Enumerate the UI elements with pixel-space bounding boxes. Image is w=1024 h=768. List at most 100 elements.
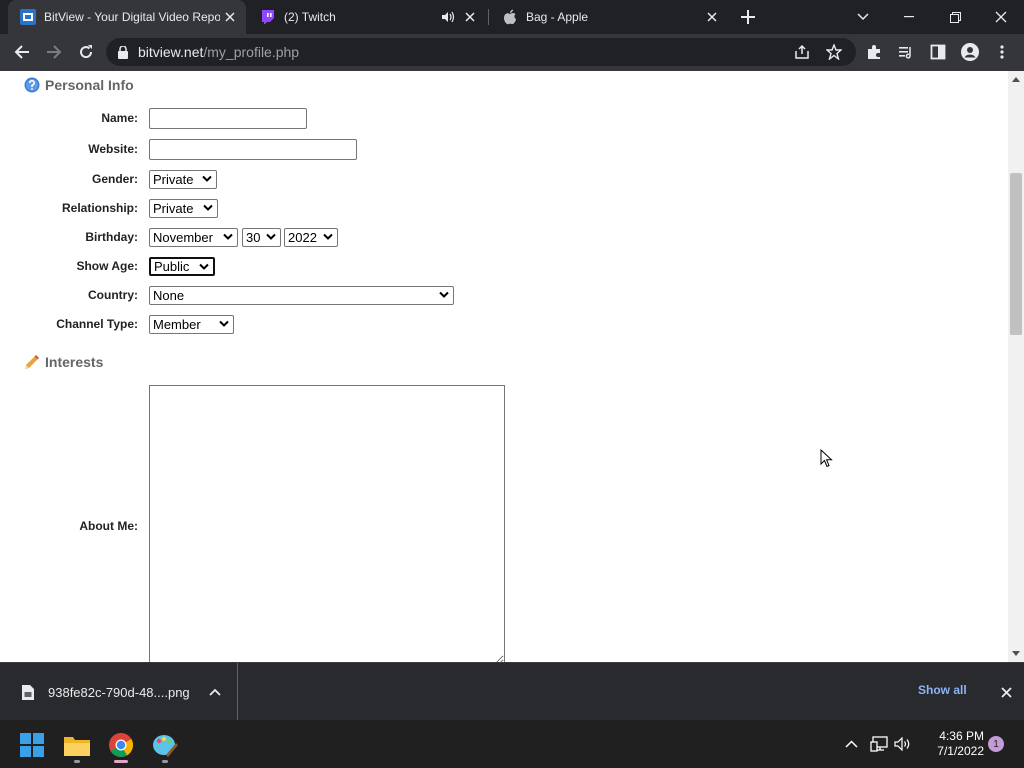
share-icon[interactable] bbox=[788, 38, 816, 66]
interests-heading: Interests bbox=[24, 354, 103, 370]
running-indicator bbox=[162, 760, 168, 763]
gender-select[interactable]: Private bbox=[149, 169, 217, 189]
url-text: bitview.net/my_profile.php bbox=[138, 44, 299, 60]
gender-label: Gender: bbox=[91, 172, 138, 186]
network-icon[interactable] bbox=[869, 734, 889, 754]
volume-icon[interactable] bbox=[893, 734, 913, 754]
show-age-select[interactable]: Public bbox=[149, 256, 215, 276]
relationship-select-value: Private bbox=[153, 200, 194, 216]
side-panel-icon[interactable] bbox=[924, 38, 952, 66]
windows-taskbar: 4:36 PM 7/1/2022 bbox=[0, 720, 1024, 768]
about-me-textarea[interactable] bbox=[149, 385, 505, 662]
download-file-name: 938fe82c-790d-48....png bbox=[48, 684, 190, 700]
lock-icon[interactable] bbox=[118, 45, 128, 59]
reload-button[interactable] bbox=[72, 38, 100, 66]
tab-divider bbox=[488, 9, 489, 25]
about-me-label: About Me: bbox=[79, 519, 138, 533]
media-control-icon[interactable] bbox=[892, 38, 920, 66]
scroll-up-arrow-icon[interactable] bbox=[1012, 75, 1020, 83]
browser-toolbar: bitview.net/my_profile.php bbox=[0, 34, 1024, 71]
clock-time: 4:36 PM bbox=[939, 729, 984, 743]
minimize-button[interactable] bbox=[886, 0, 932, 34]
taskbar-paint[interactable] bbox=[148, 728, 182, 763]
show-all-button[interactable]: Show all bbox=[918, 683, 967, 697]
chevron-down-icon bbox=[219, 320, 229, 327]
chevron-down-icon bbox=[323, 233, 333, 240]
taskbar-file-explorer[interactable] bbox=[60, 728, 94, 763]
chrome-menu-icon[interactable] bbox=[988, 38, 1016, 66]
chevron-down-icon bbox=[199, 263, 209, 270]
chevron-up-icon[interactable] bbox=[842, 734, 860, 754]
download-shelf: 938fe82c-790d-48....png Show all bbox=[0, 662, 1024, 721]
chrome-icon bbox=[109, 733, 133, 757]
start-button[interactable] bbox=[15, 728, 49, 762]
chevron-down-icon bbox=[439, 291, 449, 298]
birthday-day-select[interactable]: 30 bbox=[242, 227, 281, 247]
personal-info-heading: Personal Info bbox=[24, 77, 134, 93]
taskbar-chrome[interactable] bbox=[104, 728, 138, 763]
show-age-select-value: Public bbox=[154, 258, 190, 274]
channel-type-label: Channel Type: bbox=[56, 317, 138, 331]
back-button[interactable] bbox=[8, 38, 36, 66]
gender-select-value: Private bbox=[153, 171, 194, 187]
tab-title: BitView - Your Digital Video Repository bbox=[44, 10, 220, 24]
download-item[interactable]: 938fe82c-790d-48....png bbox=[0, 663, 238, 721]
name-label: Name: bbox=[101, 111, 138, 125]
tab-title: (2) Twitch bbox=[284, 10, 336, 24]
scroll-down-arrow-icon[interactable] bbox=[1012, 649, 1020, 657]
close-window-button[interactable] bbox=[978, 0, 1024, 34]
website-input[interactable] bbox=[149, 138, 357, 160]
tab-strip: BitView - Your Digital Video Repository … bbox=[0, 0, 1024, 34]
page-content: Personal Info Name: Website: Gender: Pri… bbox=[0, 71, 1008, 662]
relationship-select[interactable]: Private bbox=[149, 198, 218, 218]
mouse-pointer-icon bbox=[820, 449, 833, 468]
close-icon[interactable] bbox=[996, 683, 1016, 701]
file-icon bbox=[22, 684, 34, 700]
notification-badge[interactable]: 1 bbox=[988, 736, 1004, 752]
restore-button[interactable] bbox=[932, 0, 978, 34]
tab-search-icon[interactable] bbox=[840, 0, 886, 34]
birthday-year-select[interactable]: 2022 bbox=[284, 227, 338, 247]
chevron-down-icon bbox=[203, 204, 213, 211]
new-tab-button[interactable] bbox=[736, 5, 760, 29]
running-indicator bbox=[114, 760, 128, 763]
bitview-favicon-icon bbox=[20, 9, 36, 25]
country-select[interactable]: None bbox=[149, 285, 454, 305]
section-title: Personal Info bbox=[45, 77, 134, 93]
vertical-scrollbar[interactable] bbox=[1008, 71, 1024, 662]
close-tab-icon[interactable] bbox=[220, 7, 240, 27]
forward-button[interactable] bbox=[40, 38, 68, 66]
channel-type-select-value: Member bbox=[153, 316, 201, 332]
speaker-icon[interactable] bbox=[438, 7, 458, 27]
close-tab-icon[interactable] bbox=[702, 7, 722, 27]
profile-avatar-icon[interactable] bbox=[956, 38, 984, 66]
tab-twitch[interactable]: (2) Twitch bbox=[248, 0, 486, 34]
chevron-up-icon[interactable] bbox=[209, 688, 221, 696]
birthday-day-value: 30 bbox=[246, 229, 261, 245]
birthday-month-select[interactable]: November bbox=[149, 227, 238, 247]
tab-apple[interactable]: Bag - Apple bbox=[490, 0, 728, 34]
close-tab-icon[interactable] bbox=[460, 7, 480, 27]
relationship-row: Relationship: Private bbox=[0, 197, 460, 219]
country-label: Country: bbox=[88, 288, 138, 302]
name-input[interactable] bbox=[149, 107, 307, 129]
extensions-icon[interactable] bbox=[860, 38, 888, 66]
country-select-value: None bbox=[153, 287, 185, 303]
twitch-favicon-icon bbox=[260, 9, 276, 25]
pencil-icon bbox=[24, 354, 40, 370]
bookmark-star-icon[interactable] bbox=[820, 38, 848, 66]
chevron-down-icon bbox=[202, 175, 212, 182]
show-age-label: Show Age: bbox=[76, 259, 138, 273]
tab-title: Bag - Apple bbox=[526, 10, 589, 24]
website-row: Website: bbox=[0, 138, 460, 160]
name-row: Name: bbox=[0, 107, 460, 129]
address-bar[interactable]: bitview.net/my_profile.php bbox=[106, 38, 856, 66]
apple-favicon-icon bbox=[502, 9, 518, 25]
system-clock[interactable]: 4:36 PM 7/1/2022 bbox=[920, 729, 984, 759]
chevron-down-icon bbox=[223, 233, 233, 240]
relationship-label: Relationship: bbox=[61, 201, 138, 215]
scrollbar-thumb[interactable] bbox=[1010, 173, 1022, 335]
chevron-down-icon bbox=[266, 233, 276, 240]
channel-type-select[interactable]: Member bbox=[149, 314, 234, 334]
tab-bitview[interactable]: BitView - Your Digital Video Repository bbox=[8, 0, 246, 34]
